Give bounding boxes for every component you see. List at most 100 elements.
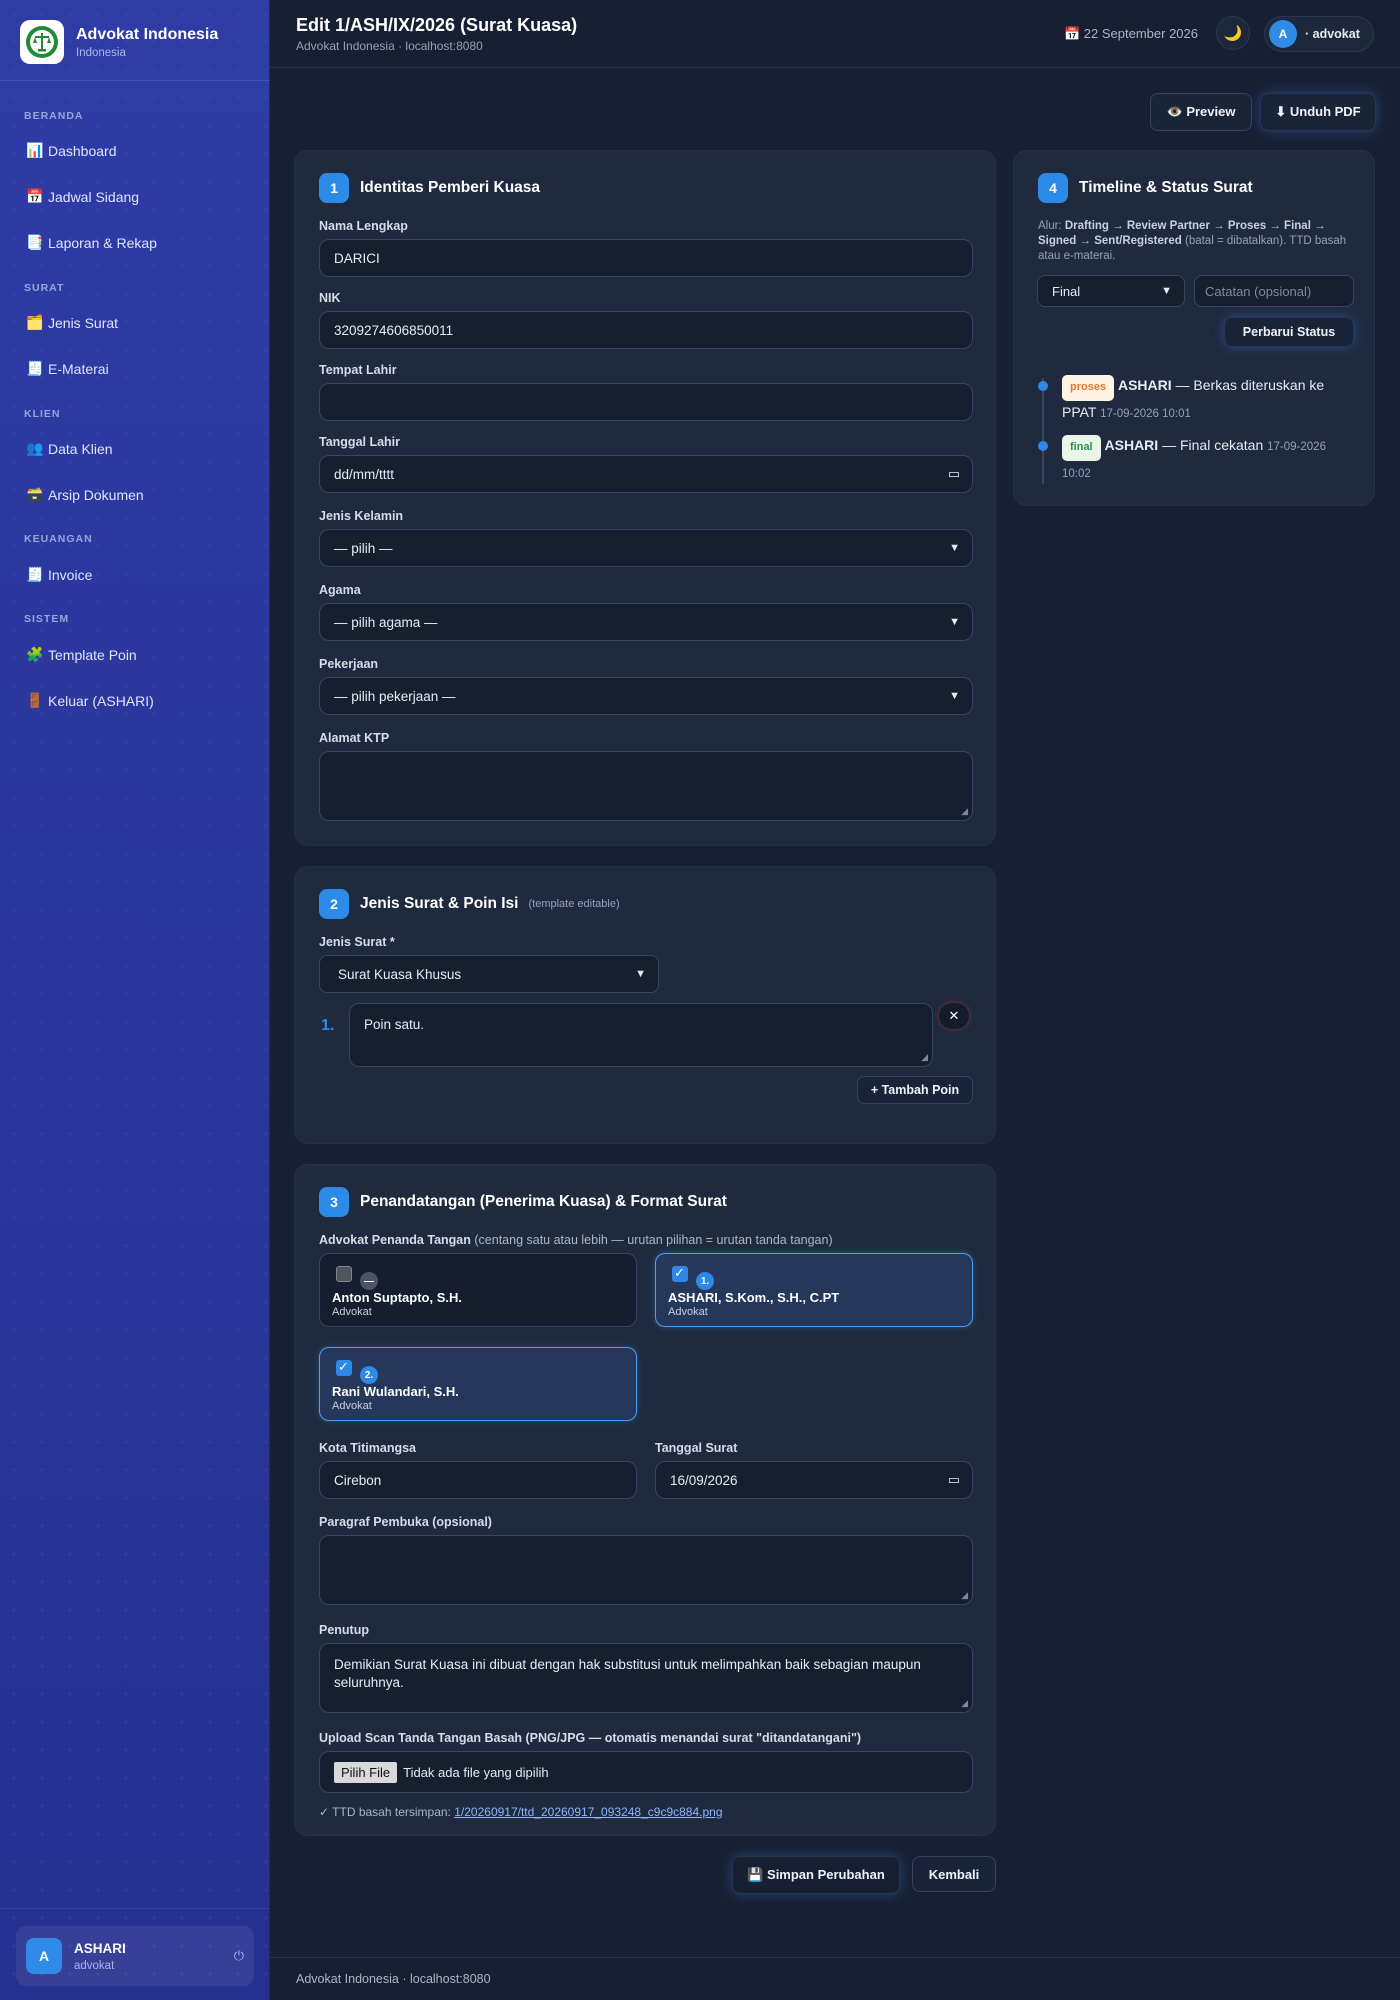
select-value: Final: [1052, 283, 1081, 299]
sidebar-item-jadwal-sidang[interactable]: 📅 Jadwal Sidang: [26, 188, 139, 205]
brand-name: Advokat Indonesia: [76, 25, 219, 43]
timeline-line: [1042, 378, 1044, 484]
calendar-icon[interactable]: ▭: [948, 1472, 960, 1488]
kota-titimangsa-input[interactable]: Cirebon: [319, 1461, 637, 1499]
nav-section-sistem: SISTEM: [24, 613, 70, 625]
header-user-menu[interactable]: A · advokat: [1264, 16, 1374, 52]
brand[interactable]: Advokat Indonesia Indonesia: [20, 20, 218, 64]
sidebar-item-jenis-surat[interactable]: 🗂️ Jenis Surat: [26, 314, 118, 331]
card-penandatangan: 3 Penandatangan (Penerima Kuasa) & Forma…: [294, 1164, 996, 1836]
poin-textarea[interactable]: Poin satu. ◢: [349, 1003, 933, 1067]
saved-prefix: ✓ TTD basah tersimpan:: [319, 1805, 451, 1819]
select-value: Surat Kuasa Khusus: [338, 966, 462, 982]
add-poin-button[interactable]: + Tambah Poin: [857, 1076, 973, 1104]
sidebar-user-card[interactable]: A ASHARI advokat ⏻: [16, 1926, 254, 1986]
tanggal-lahir-input[interactable]: dd/mm/tttt ▭: [319, 455, 973, 493]
receipt-icon: 🧾: [26, 360, 44, 376]
poin-number: 1.: [321, 1017, 335, 1034]
resize-grip-icon[interactable]: ◢: [961, 1589, 968, 1601]
calendar-icon[interactable]: ▭: [948, 466, 960, 482]
close-icon[interactable]: ✕: [939, 1003, 969, 1029]
upload-label: Upload Scan Tanda Tangan Basah (PNG/JPG …: [319, 1731, 862, 1745]
sidebar-item-template-poin[interactable]: 🧩 Template Poin: [26, 646, 137, 663]
select-value: — pilih agama —: [334, 614, 438, 630]
footer-divider: [270, 1957, 1400, 1958]
sidebar-item-label: Template Poin: [48, 646, 137, 663]
pekerjaan-select[interactable]: — pilih pekerjaan — ▼: [319, 677, 973, 715]
sidebar-bottom-divider: [0, 1908, 270, 1909]
nama-lengkap-input[interactable]: DARICI: [319, 239, 973, 277]
card-title: Timeline & Status Surat: [1079, 179, 1253, 196]
kota-label: Kota Titimangsa: [319, 1441, 417, 1455]
signers-label-text: Advokat Penanda Tangan: [319, 1233, 471, 1247]
brand-divider: [0, 80, 270, 81]
sidebar-item-laporan[interactable]: 📑 Laporan & Rekap: [26, 234, 157, 251]
resize-grip-icon[interactable]: ◢: [961, 805, 968, 817]
signer-checkbox[interactable]: [672, 1265, 688, 1282]
event-time: 17-09-2026 10:01: [1100, 407, 1191, 420]
sidebar-item-logout[interactable]: 🚪 Keluar (ASHARI): [26, 692, 154, 709]
agama-select[interactable]: — pilih agama — ▼: [319, 603, 973, 641]
nav-section-surat: SURAT: [24, 282, 65, 294]
jenis-kelamin-select[interactable]: — pilih — ▼: [319, 529, 973, 567]
tanggal-surat-input[interactable]: 16/09/2026 ▭: [655, 1461, 973, 1499]
sidebar-item-invoice[interactable]: 🧾 Invoice: [26, 566, 92, 583]
tempat-lahir-input[interactable]: [319, 383, 973, 421]
signer-name: Rani Wulandari, S.H.: [332, 1384, 459, 1399]
chevron-down-icon: ▼: [949, 616, 960, 628]
jenis-surat-select[interactable]: Surat Kuasa Khusus ▼: [319, 955, 659, 993]
status-select[interactable]: Final ▼: [1037, 275, 1185, 307]
choose-file-button[interactable]: Pilih File: [334, 1761, 398, 1783]
jenis-surat-label: Jenis Surat *: [319, 935, 395, 949]
sidebar-item-arsip-dokumen[interactable]: 🗃️ Arsip Dokumen: [26, 486, 144, 503]
penutup-textarea[interactable]: Demikian Surat Kuasa ini dibuat dengan h…: [319, 1643, 973, 1713]
signer-order-badge: 1.: [696, 1272, 714, 1290]
back-button[interactable]: Kembali: [912, 1856, 996, 1892]
sidebar-item-data-klien[interactable]: 👥 Data Klien: [26, 440, 113, 457]
sidebar-item-label: Dashboard: [48, 142, 117, 159]
people-icon: 👥: [26, 440, 44, 456]
saved-signature-link[interactable]: 1/20260917/ttd_20260917_093248_c9c9c884.…: [454, 1805, 722, 1819]
preview-button[interactable]: 👁️ Preview: [1150, 93, 1252, 131]
status-badge: final: [1062, 435, 1101, 461]
tempat-lahir-label: Tempat Lahir: [319, 363, 397, 377]
penutup-label: Penutup: [319, 1623, 369, 1637]
download-pdf-button[interactable]: ⬇ Unduh PDF: [1260, 93, 1376, 131]
nik-input[interactable]: 3209274606850011: [319, 311, 973, 349]
brand-subtitle: Indonesia: [76, 46, 126, 59]
receipt-icon: 🧾: [26, 566, 44, 582]
card-index-icon: 🗂️: [26, 314, 44, 330]
signer-role: Advokat: [332, 1400, 372, 1412]
chart-icon: 📊: [26, 142, 44, 158]
sidebar-item-dashboard[interactable]: 📊 Dashboard: [26, 142, 117, 159]
sidebar-item-label: Arsip Dokumen: [48, 486, 144, 503]
power-icon[interactable]: ⏻: [234, 1948, 244, 1964]
sidebar-item-e-materai[interactable]: 🧾 E-Materai: [26, 360, 109, 377]
signer-option-rani[interactable]: 2. Rani Wulandari, S.H. Advokat: [319, 1347, 637, 1421]
resize-grip-icon[interactable]: ◢: [961, 1697, 968, 1709]
card-note: (template editable): [528, 898, 620, 910]
upload-status: Tidak ada file yang dipilih: [403, 1764, 549, 1780]
resize-grip-icon[interactable]: ◢: [921, 1051, 928, 1063]
update-status-button[interactable]: Perbarui Status: [1224, 317, 1354, 347]
save-button[interactable]: 💾 Simpan Perubahan: [732, 1856, 900, 1894]
nav-section-beranda: BERANDA: [24, 110, 84, 122]
textarea-value: Demikian Surat Kuasa ini dibuat dengan h…: [334, 1657, 921, 1691]
card-jenis-surat: 2 Jenis Surat & Poin Isi (template edita…: [294, 866, 996, 1144]
alamat-ktp-textarea[interactable]: ◢: [319, 751, 973, 821]
signer-option-anton[interactable]: — Anton Suptapto, S.H. Advokat: [319, 1253, 637, 1327]
nav-section-keuangan: KEUANGAN: [24, 533, 93, 545]
signer-checkbox[interactable]: [336, 1266, 352, 1282]
report-icon: 📑: [26, 234, 44, 250]
event-actor: ASHARI: [1104, 437, 1159, 453]
status-note-input[interactable]: Catatan (opsional): [1194, 275, 1354, 307]
upload-file-input[interactable]: Pilih File Tidak ada file yang dipilih: [319, 1751, 973, 1793]
pembuka-textarea[interactable]: ◢: [319, 1535, 973, 1605]
timeline-dot: [1038, 441, 1048, 451]
signer-checkbox[interactable]: [336, 1359, 352, 1376]
signer-option-ashari[interactable]: 1. ASHARI, S.Kom., S.H., C.PT Advokat: [655, 1253, 973, 1327]
agama-label: Agama: [319, 583, 361, 597]
moon-icon[interactable]: 🌙: [1216, 16, 1250, 50]
chevron-down-icon: ▼: [1161, 285, 1172, 297]
sidebar-item-label: Laporan & Rekap: [48, 234, 157, 251]
